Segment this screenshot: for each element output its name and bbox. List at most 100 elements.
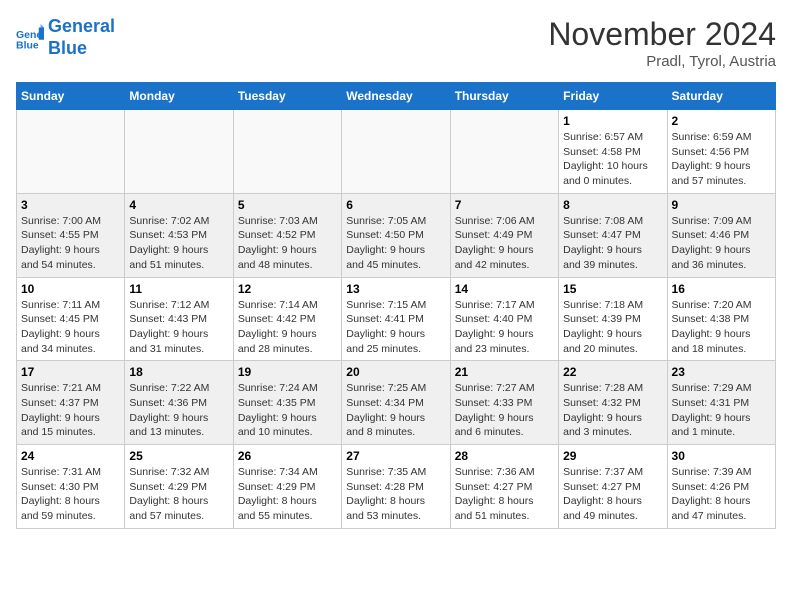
calendar-cell: 25 Sunrise: 7:32 AMSunset: 4:29 PMDayligh… <box>125 445 233 529</box>
day-number: 24 <box>21 449 120 463</box>
weekday-header-monday: Monday <box>125 83 233 110</box>
calendar-cell: 11Sunrise: 7:12 AMSunset: 4:43 PMDayligh… <box>125 277 233 361</box>
day-info: Sunrise: 7:17 AMSunset: 4:40 PMDaylight:… <box>455 298 554 357</box>
day-info: Sunrise: 7:08 AMSunset: 4:47 PMDaylight:… <box>563 214 662 273</box>
day-info: Sunrise: 7:39 AMSunset: 4:26 PMDaylight:… <box>672 465 771 524</box>
day-number: 17 <box>21 365 120 379</box>
day-info: Sunrise: 7:35 AMSunset: 4:28 PMDaylight:… <box>346 465 445 524</box>
calendar-cell: 7Sunrise: 7:06 AMSunset: 4:49 PMDaylight… <box>450 193 558 277</box>
day-info: Sunrise: 7:25 AMSunset: 4:34 PMDaylight:… <box>346 381 445 440</box>
day-number: 27 <box>346 449 445 463</box>
calendar-cell: 29 Sunrise: 7:37 AMSunset: 4:27 PMDayligh… <box>559 445 667 529</box>
calendar-cell: 8 Sunrise: 7:08 AMSunset: 4:47 PMDaylight… <box>559 193 667 277</box>
day-info: Sunrise: 7:31 AMSunset: 4:30 PMDaylight:… <box>21 465 120 524</box>
day-number: 3 <box>21 198 120 212</box>
day-info: Sunrise: 7:00 AMSunset: 4:55 PMDaylight:… <box>21 214 120 273</box>
month-title: November 2024 <box>548 16 776 53</box>
calendar-cell: 1Sunrise: 6:57 AMSunset: 4:58 PMDaylight… <box>559 110 667 194</box>
weekday-header-friday: Friday <box>559 83 667 110</box>
calendar-cell: 10 Sunrise: 7:11 AMSunset: 4:45 PMDayligh… <box>17 277 125 361</box>
calendar-cell: 3 Sunrise: 7:00 AMSunset: 4:55 PMDaylight… <box>17 193 125 277</box>
day-number: 7 <box>455 198 554 212</box>
day-info: Sunrise: 7:27 AMSunset: 4:33 PMDaylight:… <box>455 381 554 440</box>
title-block: November 2024 Pradl, Tyrol, Austria <box>548 16 776 70</box>
calendar-cell: 21 Sunrise: 7:27 AMSunset: 4:33 PMDayligh… <box>450 361 558 445</box>
day-number: 30 <box>672 449 771 463</box>
day-number: 22 <box>563 365 662 379</box>
day-number: 10 <box>21 282 120 296</box>
calendar-week-1: 3 Sunrise: 7:00 AMSunset: 4:55 PMDaylight… <box>17 193 776 277</box>
day-info: Sunrise: 7:36 AMSunset: 4:27 PMDaylight:… <box>455 465 554 524</box>
day-info: Sunrise: 7:28 AMSunset: 4:32 PMDaylight:… <box>563 381 662 440</box>
day-number: 28 <box>455 449 554 463</box>
day-info: Sunrise: 7:15 AMSunset: 4:41 PMDaylight:… <box>346 298 445 357</box>
day-info: Sunrise: 7:03 AMSunset: 4:52 PMDaylight:… <box>238 214 337 273</box>
day-info: Sunrise: 6:57 AMSunset: 4:58 PMDaylight:… <box>563 130 662 189</box>
day-number: 18 <box>129 365 228 379</box>
day-number: 23 <box>672 365 771 379</box>
calendar-cell: 12 Sunrise: 7:14 AMSunset: 4:42 PMDayligh… <box>233 277 341 361</box>
calendar-cell: 27 Sunrise: 7:35 AMSunset: 4:28 PMDayligh… <box>342 445 450 529</box>
calendar-cell: 5Sunrise: 7:03 AMSunset: 4:52 PMDaylight… <box>233 193 341 277</box>
day-number: 19 <box>238 365 337 379</box>
calendar-cell: 23Sunrise: 7:29 AMSunset: 4:31 PMDayligh… <box>667 361 775 445</box>
day-info: Sunrise: 7:09 AMSunset: 4:46 PMDaylight:… <box>672 214 771 273</box>
calendar-cell: 20Sunrise: 7:25 AMSunset: 4:34 PMDayligh… <box>342 361 450 445</box>
weekday-header-sunday: Sunday <box>17 83 125 110</box>
calendar-cell <box>450 110 558 194</box>
day-number: 29 <box>563 449 662 463</box>
calendar-cell: 2Sunrise: 6:59 AMSunset: 4:56 PMDaylight… <box>667 110 775 194</box>
location-subtitle: Pradl, Tyrol, Austria <box>548 53 776 70</box>
day-number: 6 <box>346 198 445 212</box>
day-info: Sunrise: 7:14 AMSunset: 4:42 PMDaylight:… <box>238 298 337 357</box>
weekday-header-saturday: Saturday <box>667 83 775 110</box>
day-number: 25 <box>129 449 228 463</box>
page-header: General Blue General Blue November 2024 … <box>16 16 776 70</box>
calendar-cell: 16 Sunrise: 7:20 AMSunset: 4:38 PMDayligh… <box>667 277 775 361</box>
day-info: Sunrise: 7:37 AMSunset: 4:27 PMDaylight:… <box>563 465 662 524</box>
weekday-header-tuesday: Tuesday <box>233 83 341 110</box>
day-number: 8 <box>563 198 662 212</box>
calendar-cell: 18 Sunrise: 7:22 AMSunset: 4:36 PMDayligh… <box>125 361 233 445</box>
day-number: 14 <box>455 282 554 296</box>
day-info: Sunrise: 7:05 AMSunset: 4:50 PMDaylight:… <box>346 214 445 273</box>
day-info: Sunrise: 6:59 AMSunset: 4:56 PMDaylight:… <box>672 130 771 189</box>
day-info: Sunrise: 7:32 AMSunset: 4:29 PMDaylight:… <box>129 465 228 524</box>
calendar-cell: 13Sunrise: 7:15 AMSunset: 4:41 PMDayligh… <box>342 277 450 361</box>
day-info: Sunrise: 7:34 AMSunset: 4:29 PMDaylight:… <box>238 465 337 524</box>
calendar-cell: 28 Sunrise: 7:36 AMSunset: 4:27 PMDayligh… <box>450 445 558 529</box>
day-number: 21 <box>455 365 554 379</box>
day-info: Sunrise: 7:18 AMSunset: 4:39 PMDaylight:… <box>563 298 662 357</box>
day-info: Sunrise: 7:20 AMSunset: 4:38 PMDaylight:… <box>672 298 771 357</box>
calendar-week-3: 17Sunrise: 7:21 AMSunset: 4:37 PMDayligh… <box>17 361 776 445</box>
day-number: 12 <box>238 282 337 296</box>
calendar-cell: 17Sunrise: 7:21 AMSunset: 4:37 PMDayligh… <box>17 361 125 445</box>
day-number: 9 <box>672 198 771 212</box>
calendar-week-4: 24 Sunrise: 7:31 AMSunset: 4:30 PMDayligh… <box>17 445 776 529</box>
day-info: Sunrise: 7:24 AMSunset: 4:35 PMDaylight:… <box>238 381 337 440</box>
calendar-cell: 14 Sunrise: 7:17 AMSunset: 4:40 PMDayligh… <box>450 277 558 361</box>
calendar-table: SundayMondayTuesdayWednesdayThursdayFrid… <box>16 82 776 529</box>
day-info: Sunrise: 7:11 AMSunset: 4:45 PMDaylight:… <box>21 298 120 357</box>
day-number: 16 <box>672 282 771 296</box>
calendar-cell: 22 Sunrise: 7:28 AMSunset: 4:32 PMDayligh… <box>559 361 667 445</box>
svg-text:Blue: Blue <box>16 39 39 51</box>
logo-blue: Blue <box>48 38 115 60</box>
day-info: Sunrise: 7:22 AMSunset: 4:36 PMDaylight:… <box>129 381 228 440</box>
calendar-cell <box>17 110 125 194</box>
day-number: 11 <box>129 282 228 296</box>
day-number: 26 <box>238 449 337 463</box>
logo-general: General <box>48 16 115 38</box>
weekday-header-wednesday: Wednesday <box>342 83 450 110</box>
calendar-cell: 9 Sunrise: 7:09 AMSunset: 4:46 PMDaylight… <box>667 193 775 277</box>
day-number: 15 <box>563 282 662 296</box>
calendar-cell: 19 Sunrise: 7:24 AMSunset: 4:35 PMDayligh… <box>233 361 341 445</box>
calendar-week-2: 10 Sunrise: 7:11 AMSunset: 4:45 PMDayligh… <box>17 277 776 361</box>
day-number: 4 <box>129 198 228 212</box>
calendar-cell <box>342 110 450 194</box>
logo-icon: General Blue <box>16 24 44 52</box>
weekday-header-thursday: Thursday <box>450 83 558 110</box>
calendar-cell <box>233 110 341 194</box>
calendar-week-0: 1Sunrise: 6:57 AMSunset: 4:58 PMDaylight… <box>17 110 776 194</box>
calendar-cell <box>125 110 233 194</box>
